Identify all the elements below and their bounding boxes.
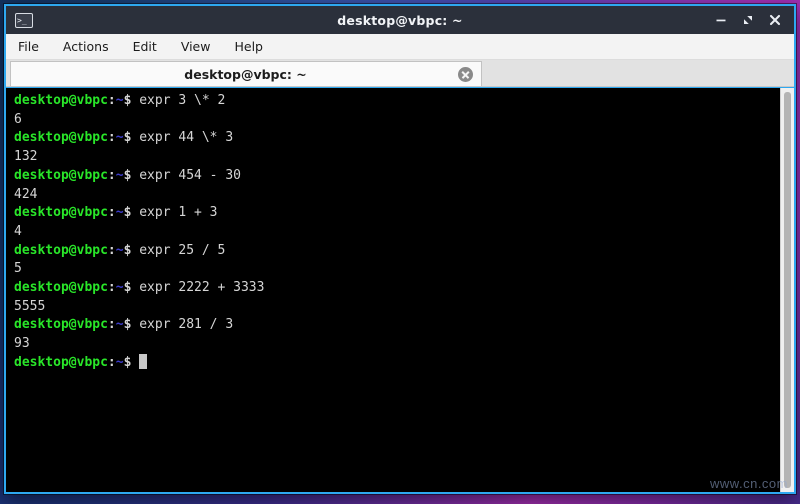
prompt-path: ~ (115, 205, 124, 221)
close-icon[interactable] (768, 13, 782, 27)
terminal-icon (15, 12, 33, 28)
prompt-colon: : (107, 93, 116, 108)
maximize-icon[interactable] (741, 13, 755, 27)
prompt-colon: : (107, 317, 116, 333)
menu-item-view[interactable]: View (179, 37, 213, 56)
prompt-user-host: desktop@vbpc (14, 93, 108, 108)
prompt-colon: : (107, 130, 116, 146)
menu-bar: File Actions Edit View Help (6, 34, 794, 60)
terminal-command-line: desktop@vbpc:~$ expr 281 / 3 (14, 316, 778, 335)
terminal-output-line: 4 (14, 223, 778, 242)
command-text: expr 281 / 3 (131, 317, 234, 333)
terminal-output-line: 93 (14, 335, 778, 354)
prompt-colon: : (107, 242, 116, 258)
close-circle-icon[interactable] (458, 66, 473, 82)
prompt-colon: : (107, 280, 116, 296)
terminal-window: desktop@vbpc: ~ File Actions (4, 4, 796, 494)
prompt-user-host: desktop@vbpc (14, 130, 108, 146)
menu-item-edit[interactable]: Edit (131, 37, 159, 56)
prompt-path: ~ (115, 354, 124, 370)
prompt-user-host: desktop@vbpc (14, 167, 108, 183)
prompt-user-host: desktop@vbpc (14, 205, 108, 221)
terminal-command-line: desktop@vbpc:~$ expr 2222 + 3333 (14, 279, 778, 298)
prompt-path: ~ (115, 167, 124, 183)
terminal-command-line: desktop@vbpc:~$ expr 44 \* 3 (14, 129, 778, 148)
terminal-cursor (139, 353, 148, 369)
prompt-path: ~ (115, 317, 124, 333)
terminal-command-line: desktop@vbpc:~$ expr 25 / 5 (14, 242, 778, 261)
menu-item-actions[interactable]: Actions (61, 37, 111, 56)
prompt-user-host: desktop@vbpc (14, 317, 108, 333)
terminal-output[interactable]: desktop@vbpc:~$ expr 3 \* 2 6 desktop@vbpc… (6, 88, 780, 492)
output-text: 132 (14, 149, 38, 165)
output-text: 6 (14, 111, 22, 127)
terminal-output-line: 132 (14, 148, 778, 167)
prompt-path: ~ (115, 93, 124, 108)
terminal-command-line: desktop@vbpc:~$ expr 1 + 3 (14, 204, 778, 223)
terminal-tab[interactable]: desktop@vbpc: ~ (10, 61, 482, 86)
terminal-scrollbar[interactable] (780, 88, 794, 492)
command-text: expr 44 \* 3 (131, 130, 234, 146)
command-text: expr 3 \* 2 (131, 93, 226, 108)
command-text (131, 355, 139, 370)
output-text: 4 (14, 223, 22, 239)
command-text: expr 25 / 5 (131, 242, 226, 258)
title-bar[interactable]: desktop@vbpc: ~ (6, 6, 794, 34)
prompt-user-host: desktop@vbpc (14, 354, 108, 370)
prompt-colon: : (107, 354, 116, 370)
output-text: 93 (14, 336, 30, 352)
terminal-output-line: 6 (14, 111, 778, 130)
prompt-user-host: desktop@vbpc (14, 242, 108, 258)
terminal-command-line: desktop@vbpc:~$ expr 3 \* 2 (14, 92, 778, 111)
command-text: expr 1 + 3 (131, 205, 218, 221)
terminal-command-line: desktop@vbpc:~$ (14, 353, 778, 373)
output-text: 424 (14, 186, 38, 202)
menu-item-help[interactable]: Help (232, 37, 265, 56)
prompt-path: ~ (115, 242, 124, 258)
prompt-path: ~ (115, 280, 124, 296)
terminal-area: desktop@vbpc:~$ expr 3 \* 2 6 desktop@vbpc… (6, 87, 794, 492)
window-title: desktop@vbpc: ~ (337, 12, 463, 28)
terminal-command-line: desktop@vbpc:~$ expr 454 - 30 (14, 167, 778, 186)
output-text: 5555 (14, 298, 46, 314)
prompt-colon: : (107, 167, 116, 183)
window-controls (714, 13, 788, 27)
tab-label: desktop@vbpc: ~ (184, 66, 307, 82)
minimize-icon[interactable] (714, 13, 728, 27)
menu-item-file[interactable]: File (16, 37, 41, 56)
prompt-user-host: desktop@vbpc (14, 280, 108, 296)
prompt-colon: : (107, 205, 116, 221)
command-text: expr 454 - 30 (131, 167, 241, 183)
terminal-output-line: 5555 (14, 298, 778, 317)
command-text: expr 2222 + 3333 (131, 280, 265, 296)
prompt-path: ~ (115, 130, 124, 146)
terminal-output-line: 424 (14, 186, 778, 205)
tab-bar: desktop@vbpc: ~ (6, 60, 794, 87)
terminal-output-line: 5 (14, 260, 778, 279)
scrollbar-thumb[interactable] (784, 92, 791, 488)
output-text: 5 (14, 261, 22, 277)
